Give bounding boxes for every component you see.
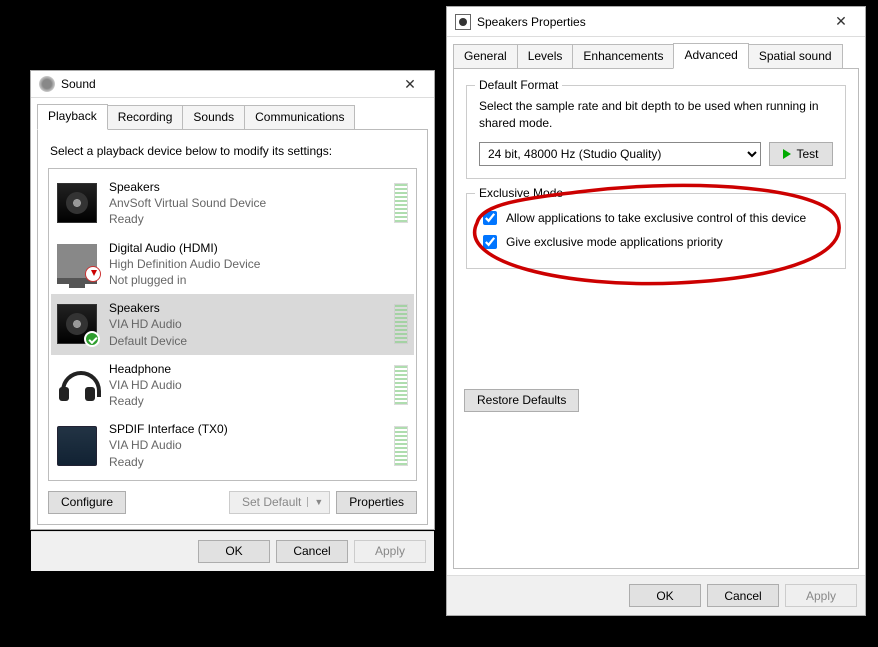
device-list: Speakers AnvSoft Virtual Sound Device Re… <box>48 168 417 481</box>
tab-enhancements[interactable]: Enhancements <box>572 44 674 68</box>
device-name: Digital Audio (HDMI) <box>109 240 408 256</box>
device-desc: High Definition Audio Device <box>109 256 408 272</box>
tabstrip: General Levels Enhancements Advanced Spa… <box>447 37 865 68</box>
cancel-button[interactable]: Cancel <box>707 584 779 607</box>
device-name: SPDIF Interface (TX0) <box>109 421 382 437</box>
checkbox-label: Give exclusive mode applications priorit… <box>506 235 723 249</box>
group-legend: Default Format <box>475 78 562 92</box>
tab-page: Default Format Select the sample rate an… <box>453 68 859 569</box>
exclusive-mode-group: Exclusive Mode Allow applications to tak… <box>466 193 846 269</box>
chevron-down-icon: ▼ <box>307 497 323 507</box>
device-status: Not plugged in <box>109 272 408 288</box>
level-meter <box>394 183 408 223</box>
checkbox-label: Allow applications to take exclusive con… <box>506 211 806 225</box>
device-desc: VIA HD Audio <box>109 377 382 393</box>
sound-window: Sound ✕ Playback Recording Sounds Commun… <box>30 70 435 530</box>
device-desc: VIA HD Audio <box>109 316 382 332</box>
default-format-group: Default Format Select the sample rate an… <box>466 85 846 179</box>
group-legend: Exclusive Mode <box>475 186 567 200</box>
window-title: Sound <box>55 77 390 91</box>
restore-defaults-button[interactable]: Restore Defaults <box>464 389 579 412</box>
default-badge-icon <box>84 331 100 347</box>
device-status: Default Device <box>109 333 382 349</box>
apply-button[interactable]: Apply <box>354 540 426 563</box>
ok-button[interactable]: OK <box>629 584 701 607</box>
speaker-icon <box>57 183 97 223</box>
tab-levels[interactable]: Levels <box>517 44 574 68</box>
allow-exclusive-checkbox-row[interactable]: Allow applications to take exclusive con… <box>479 208 833 228</box>
device-row[interactable]: Digital Audio (HDMI) High Definition Aud… <box>51 234 414 295</box>
device-name: Speakers <box>109 179 382 195</box>
properties-button[interactable]: Properties <box>336 491 417 514</box>
tab-spatial-sound[interactable]: Spatial sound <box>748 44 843 68</box>
device-row[interactable]: SPDIF Interface (TX0) VIA HD Audio Ready <box>51 415 414 476</box>
tab-page: Select a playback device below to modify… <box>37 129 428 525</box>
device-name: Headphone <box>109 361 382 377</box>
spdif-icon <box>57 426 97 466</box>
monitor-icon <box>57 244 97 284</box>
device-row[interactable]: Headphone VIA HD Audio Ready <box>51 355 414 416</box>
tab-sounds[interactable]: Sounds <box>182 105 245 129</box>
dialog-buttons: OK Cancel Apply <box>31 531 434 571</box>
device-status: Ready <box>109 211 382 227</box>
unplugged-badge-icon <box>85 266 101 282</box>
speaker-icon <box>455 14 471 30</box>
tab-communications[interactable]: Communications <box>244 105 355 129</box>
sound-icon <box>39 76 55 92</box>
level-meter <box>394 304 408 344</box>
titlebar: Sound ✕ <box>31 71 434 98</box>
tab-advanced[interactable]: Advanced <box>673 43 748 69</box>
device-row[interactable]: Speakers AnvSoft Virtual Sound Device Re… <box>51 173 414 234</box>
speaker-icon <box>57 304 97 344</box>
device-actions: Configure Set Default ▼ Properties <box>48 481 417 514</box>
tab-general[interactable]: General <box>453 44 518 68</box>
headphone-icon <box>57 365 97 405</box>
device-row[interactable]: Speakers VIA HD Audio Default Device <box>51 294 414 355</box>
set-default-button[interactable]: Set Default ▼ <box>229 491 330 514</box>
cancel-button[interactable]: Cancel <box>276 540 348 563</box>
level-meter <box>394 365 408 405</box>
play-icon <box>783 149 791 159</box>
ok-button[interactable]: OK <box>198 540 270 563</box>
device-desc: VIA HD Audio <box>109 437 382 453</box>
device-desc: AnvSoft Virtual Sound Device <box>109 195 382 211</box>
speakers-properties-window: Speakers Properties ✕ General Levels Enh… <box>446 6 866 616</box>
apply-button[interactable]: Apply <box>785 584 857 607</box>
device-status: Ready <box>109 454 382 470</box>
tabstrip: Playback Recording Sounds Communications <box>31 98 434 129</box>
priority-checkbox-row[interactable]: Give exclusive mode applications priorit… <box>479 232 833 252</box>
priority-checkbox[interactable] <box>483 235 497 249</box>
tab-recording[interactable]: Recording <box>107 105 184 129</box>
allow-exclusive-checkbox[interactable] <box>483 211 497 225</box>
window-title: Speakers Properties <box>471 15 821 29</box>
configure-button[interactable]: Configure <box>48 491 126 514</box>
close-button[interactable]: ✕ <box>821 9 861 35</box>
instruction-text: Select a playback device below to modify… <box>50 144 417 158</box>
device-status: Ready <box>109 393 382 409</box>
tab-playback[interactable]: Playback <box>37 104 108 130</box>
titlebar: Speakers Properties ✕ <box>447 7 865 37</box>
close-button[interactable]: ✕ <box>390 71 430 97</box>
sample-rate-select[interactable]: 24 bit, 48000 Hz (Studio Quality) <box>479 142 761 166</box>
level-meter <box>394 426 408 466</box>
test-button[interactable]: Test <box>769 142 833 166</box>
device-name: Speakers <box>109 300 382 316</box>
group-desc: Select the sample rate and bit depth to … <box>479 98 833 132</box>
dialog-buttons: OK Cancel Apply <box>447 575 865 615</box>
